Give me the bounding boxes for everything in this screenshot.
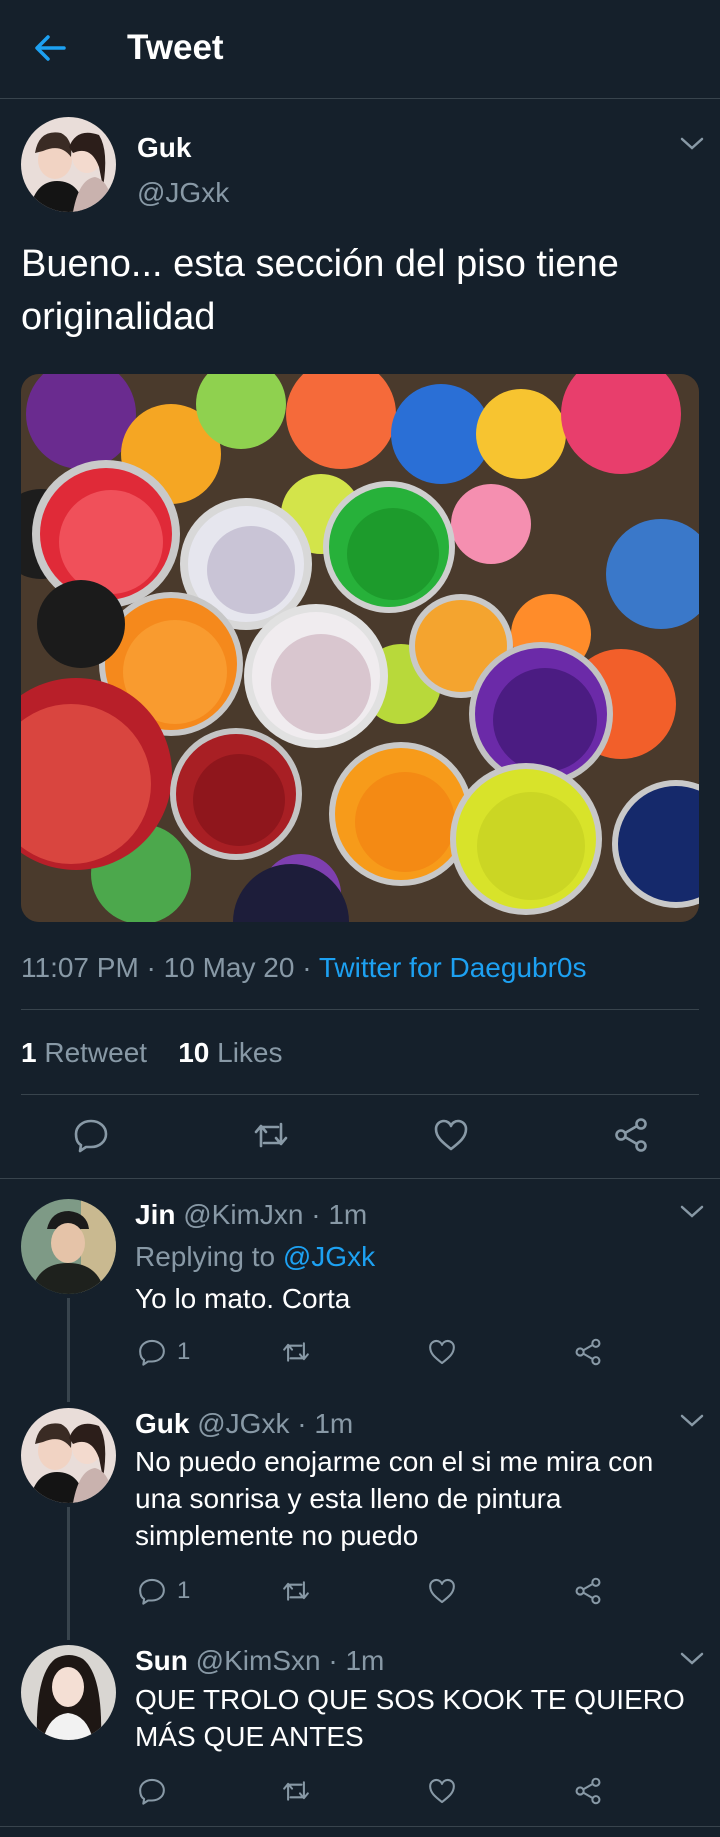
chevron-down-icon[interactable]	[679, 1204, 705, 1220]
retweet-stat[interactable]: 1 Retweet	[21, 1037, 147, 1068]
replying-mention[interactable]: @JGxk	[283, 1241, 375, 1272]
tweet-source-link[interactable]: Twitter for Daegubr0s	[319, 952, 587, 983]
reply-count: 1	[177, 1338, 191, 1365]
reply-time: 1m	[345, 1645, 385, 1676]
reply-icon[interactable]	[72, 1116, 110, 1154]
tweet-date: 10 May 20	[163, 952, 295, 983]
heart-icon[interactable]	[427, 1775, 457, 1807]
tweet-meta: 11:07 PM · 10 May 20 · Twitter for Daegu…	[21, 952, 586, 984]
retweet-icon[interactable]	[281, 1336, 311, 1368]
tweet-time: 11:07 PM	[21, 952, 139, 983]
retweet-label: Retweet	[44, 1037, 148, 1068]
retweet-icon[interactable]	[252, 1116, 290, 1154]
back-arrow-icon[interactable]	[30, 28, 70, 68]
replying-prefix: Replying to	[135, 1241, 276, 1272]
avatar[interactable]	[21, 1408, 116, 1503]
tweet-text: Bueno... esta sección del piso tiene ori…	[21, 243, 619, 338]
reply-button[interactable]: 1	[137, 1336, 190, 1368]
reply-author-handle[interactable]: @KimJxn	[183, 1199, 303, 1230]
share-icon[interactable]	[573, 1575, 603, 1607]
reply-button[interactable]	[137, 1775, 167, 1807]
reply-header: Guk @JGxk · 1m	[135, 1408, 353, 1440]
share-icon[interactable]	[573, 1336, 603, 1368]
author-handle[interactable]: @JGxk	[137, 177, 229, 209]
reply-text: Yo lo mato. Corta	[135, 1283, 351, 1314]
thread-line	[67, 1507, 70, 1640]
reply-time: 1m	[314, 1408, 354, 1439]
replying-to: Replying to @JGxk	[135, 1241, 375, 1273]
avatar[interactable]	[21, 1199, 116, 1294]
avatar[interactable]	[21, 1645, 116, 1740]
meta-separator: ·	[294, 952, 319, 983]
likes-stat[interactable]: 10 Likes	[178, 1037, 282, 1068]
tweet-stats: 1 Retweet 10 Likes	[21, 1037, 283, 1069]
reply-author-name[interactable]: Sun	[135, 1645, 188, 1676]
divider	[21, 1094, 699, 1095]
chevron-down-icon[interactable]	[679, 1413, 705, 1429]
avatar[interactable]	[21, 117, 116, 212]
reply-author-handle[interactable]: @JGxk	[197, 1408, 289, 1439]
thread-line	[67, 1298, 70, 1402]
chevron-down-icon[interactable]	[679, 136, 705, 152]
reply-author-name[interactable]: Jin	[135, 1199, 175, 1230]
chevron-down-icon[interactable]	[679, 1651, 705, 1667]
heart-icon[interactable]	[427, 1575, 457, 1607]
reply-text: No puedo enojarme con el si me mira con …	[135, 1446, 654, 1551]
page-title: Tweet	[127, 28, 224, 67]
divider	[21, 1009, 699, 1010]
meta-separator: ·	[320, 1645, 346, 1676]
meta-separator: ·	[289, 1408, 315, 1439]
author-name[interactable]: Guk	[137, 132, 191, 164]
reply-icon	[139, 1578, 165, 1605]
likes-count: 10	[178, 1037, 210, 1068]
retweet-icon[interactable]	[281, 1775, 311, 1807]
reply-icon	[139, 1778, 165, 1805]
share-icon[interactable]	[612, 1116, 650, 1154]
reply-button[interactable]: 1	[137, 1575, 190, 1607]
reply-count: 1	[177, 1577, 191, 1604]
divider	[0, 1178, 720, 1179]
reply-author-handle[interactable]: @KimSxn	[196, 1645, 321, 1676]
tweet-photo-paint-cans[interactable]	[21, 374, 699, 922]
heart-icon[interactable]	[427, 1336, 457, 1368]
reply-header: Jin @KimJxn · 1m	[135, 1199, 367, 1231]
reply-author-name[interactable]: Guk	[135, 1408, 189, 1439]
heart-icon[interactable]	[432, 1116, 470, 1154]
share-icon[interactable]	[573, 1775, 603, 1807]
reply-text: QUE TROLO QUE SOS KOOK TE QUIERO MÁS QUE…	[135, 1684, 685, 1752]
retweet-count: 1	[21, 1037, 37, 1068]
meta-separator: ·	[138, 952, 164, 983]
top-bar: Tweet	[0, 0, 720, 99]
divider	[0, 1826, 720, 1827]
reply-icon	[139, 1339, 165, 1366]
likes-label: Likes	[217, 1037, 283, 1068]
meta-separator: ·	[303, 1199, 329, 1230]
retweet-icon[interactable]	[281, 1575, 311, 1607]
reply-header: Sun @KimSxn · 1m	[135, 1645, 384, 1677]
reply-time: 1m	[328, 1199, 368, 1230]
